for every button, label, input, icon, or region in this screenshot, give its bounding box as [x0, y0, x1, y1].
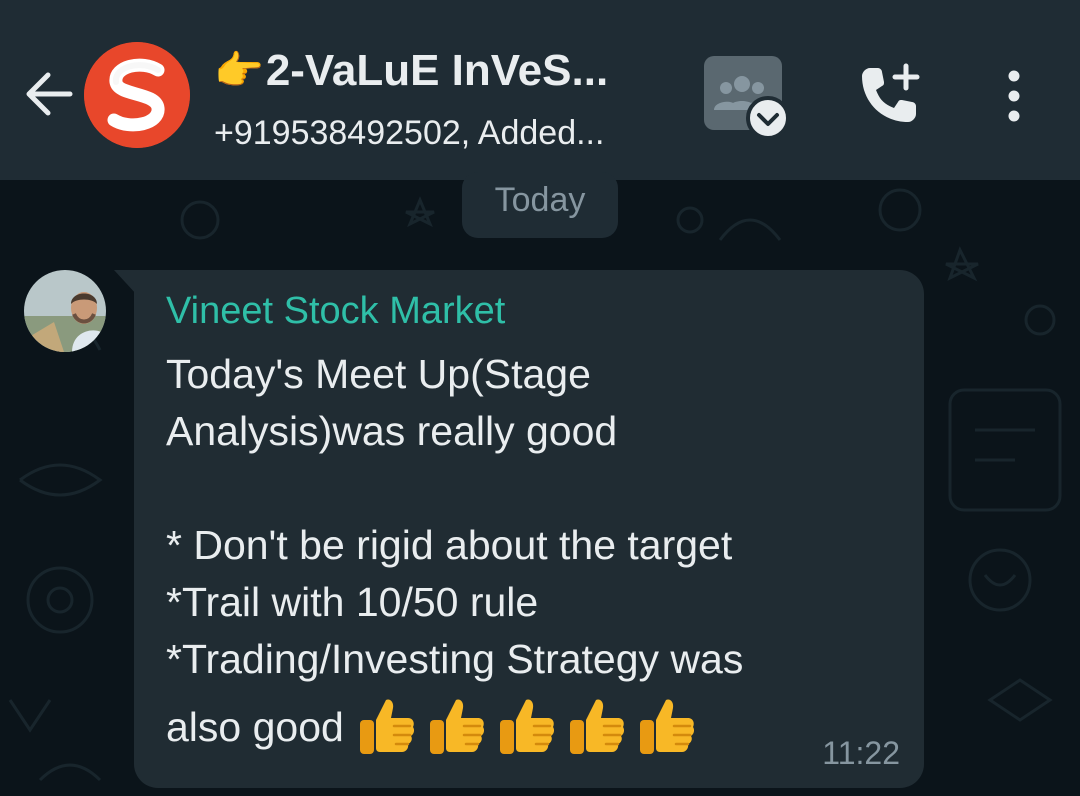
thumbs-up-icon: [499, 699, 554, 754]
chat-header: 👉 2-VaLuE InVeS... +919538492502, Added.…: [0, 0, 1080, 180]
arrow-left-icon: [26, 72, 73, 116]
group-subtitle: +919538492502, Added...: [214, 114, 605, 152]
community-button[interactable]: [704, 54, 794, 140]
date-separator: Today: [462, 172, 618, 238]
message-bubble[interactable]: Vineet Stock Market Today's Meet Up(Stag…: [134, 270, 924, 788]
thumbs-up-icon: [359, 699, 414, 754]
group-logo-icon: [84, 42, 190, 148]
more-vert-icon: [1008, 70, 1020, 122]
group-title-text: 2-VaLuE InVeS...: [265, 46, 609, 95]
more-options-button[interactable]: [996, 66, 1032, 126]
sender-photo: [24, 270, 106, 352]
pointing-hand-icon: 👉: [214, 48, 264, 94]
add-call-button[interactable]: [856, 62, 922, 128]
thumbs-up-icon: [569, 699, 624, 754]
message-timestamp: 11:22: [822, 735, 900, 771]
bubble-tail: [114, 270, 136, 294]
back-button[interactable]: [20, 62, 76, 126]
message-text: Today's Meet Up(Stage Analysis)was reall…: [166, 351, 744, 682]
add-call-icon: [862, 63, 920, 122]
sender-name[interactable]: Vineet Stock Market: [166, 290, 505, 333]
community-icon: [704, 56, 790, 140]
thumbs-up-icon: [639, 699, 694, 754]
thumbs-up-icon: [429, 699, 484, 754]
group-avatar[interactable]: [84, 42, 190, 148]
message-last-line: also good: [166, 696, 696, 758]
thumbs-up-emojis: [356, 696, 696, 758]
message-last-line-text: also good: [166, 703, 344, 750]
group-title: 👉 2-VaLuE InVeS...: [214, 42, 684, 100]
sender-avatar[interactable]: [24, 270, 106, 352]
group-info[interactable]: 👉 2-VaLuE InVeS... +919538492502, Added.…: [214, 42, 684, 153]
